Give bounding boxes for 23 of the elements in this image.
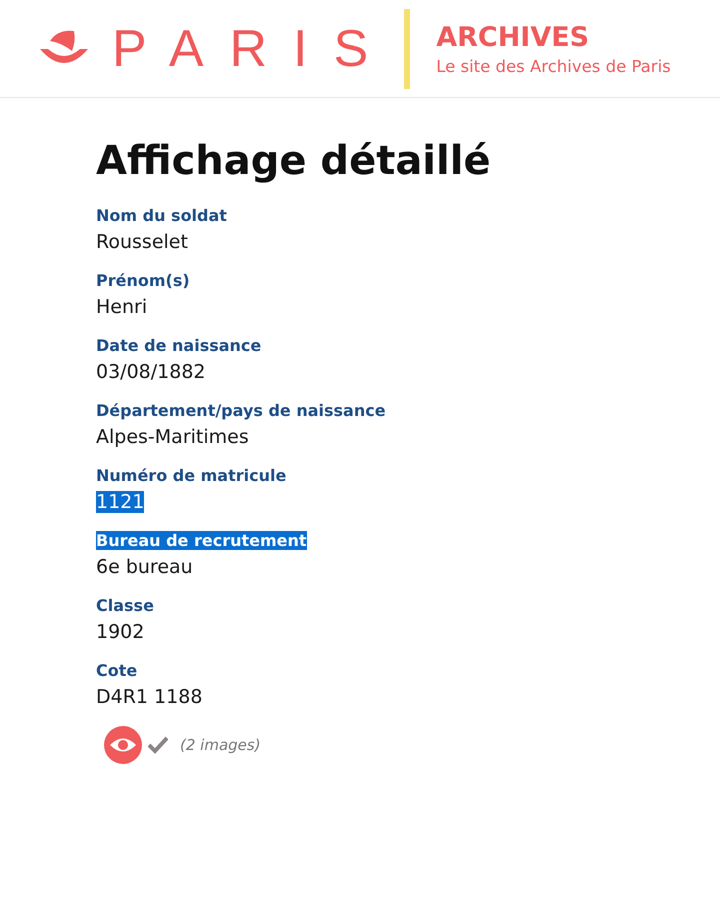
field-label: Nom du soldat: [96, 206, 227, 225]
page-title: Affichage détaillé: [96, 138, 492, 184]
field-label: Département/pays de naissance: [96, 401, 386, 420]
field-value: 6e bureau: [96, 556, 193, 578]
field-label: Classe: [96, 596, 154, 615]
field-value: 1902: [96, 621, 144, 643]
field-label: Prénom(s): [96, 271, 190, 290]
check-icon: [148, 736, 168, 754]
field-label: Cote: [96, 661, 138, 680]
logo-text: PARIS: [112, 18, 394, 78]
field-value: D4R1 1188: [96, 686, 202, 708]
field-label: Numéro de matricule: [96, 466, 286, 485]
eye-icon[interactable]: [104, 726, 142, 764]
field-value: Rousselet: [96, 231, 188, 253]
field-label: Date de naissance: [96, 336, 262, 355]
field-value: 1121: [96, 491, 144, 513]
field-value: Alpes-Maritimes: [96, 426, 249, 448]
field-label: Bureau de recrutement: [96, 531, 307, 550]
field-value: 03/08/1882: [96, 361, 206, 383]
site-subtitle: Le site des Archives de Paris: [436, 56, 671, 76]
site-title: ARCHIVES: [436, 22, 590, 52]
images-count: (2 images): [180, 736, 261, 754]
field-value: Henri: [96, 296, 148, 318]
